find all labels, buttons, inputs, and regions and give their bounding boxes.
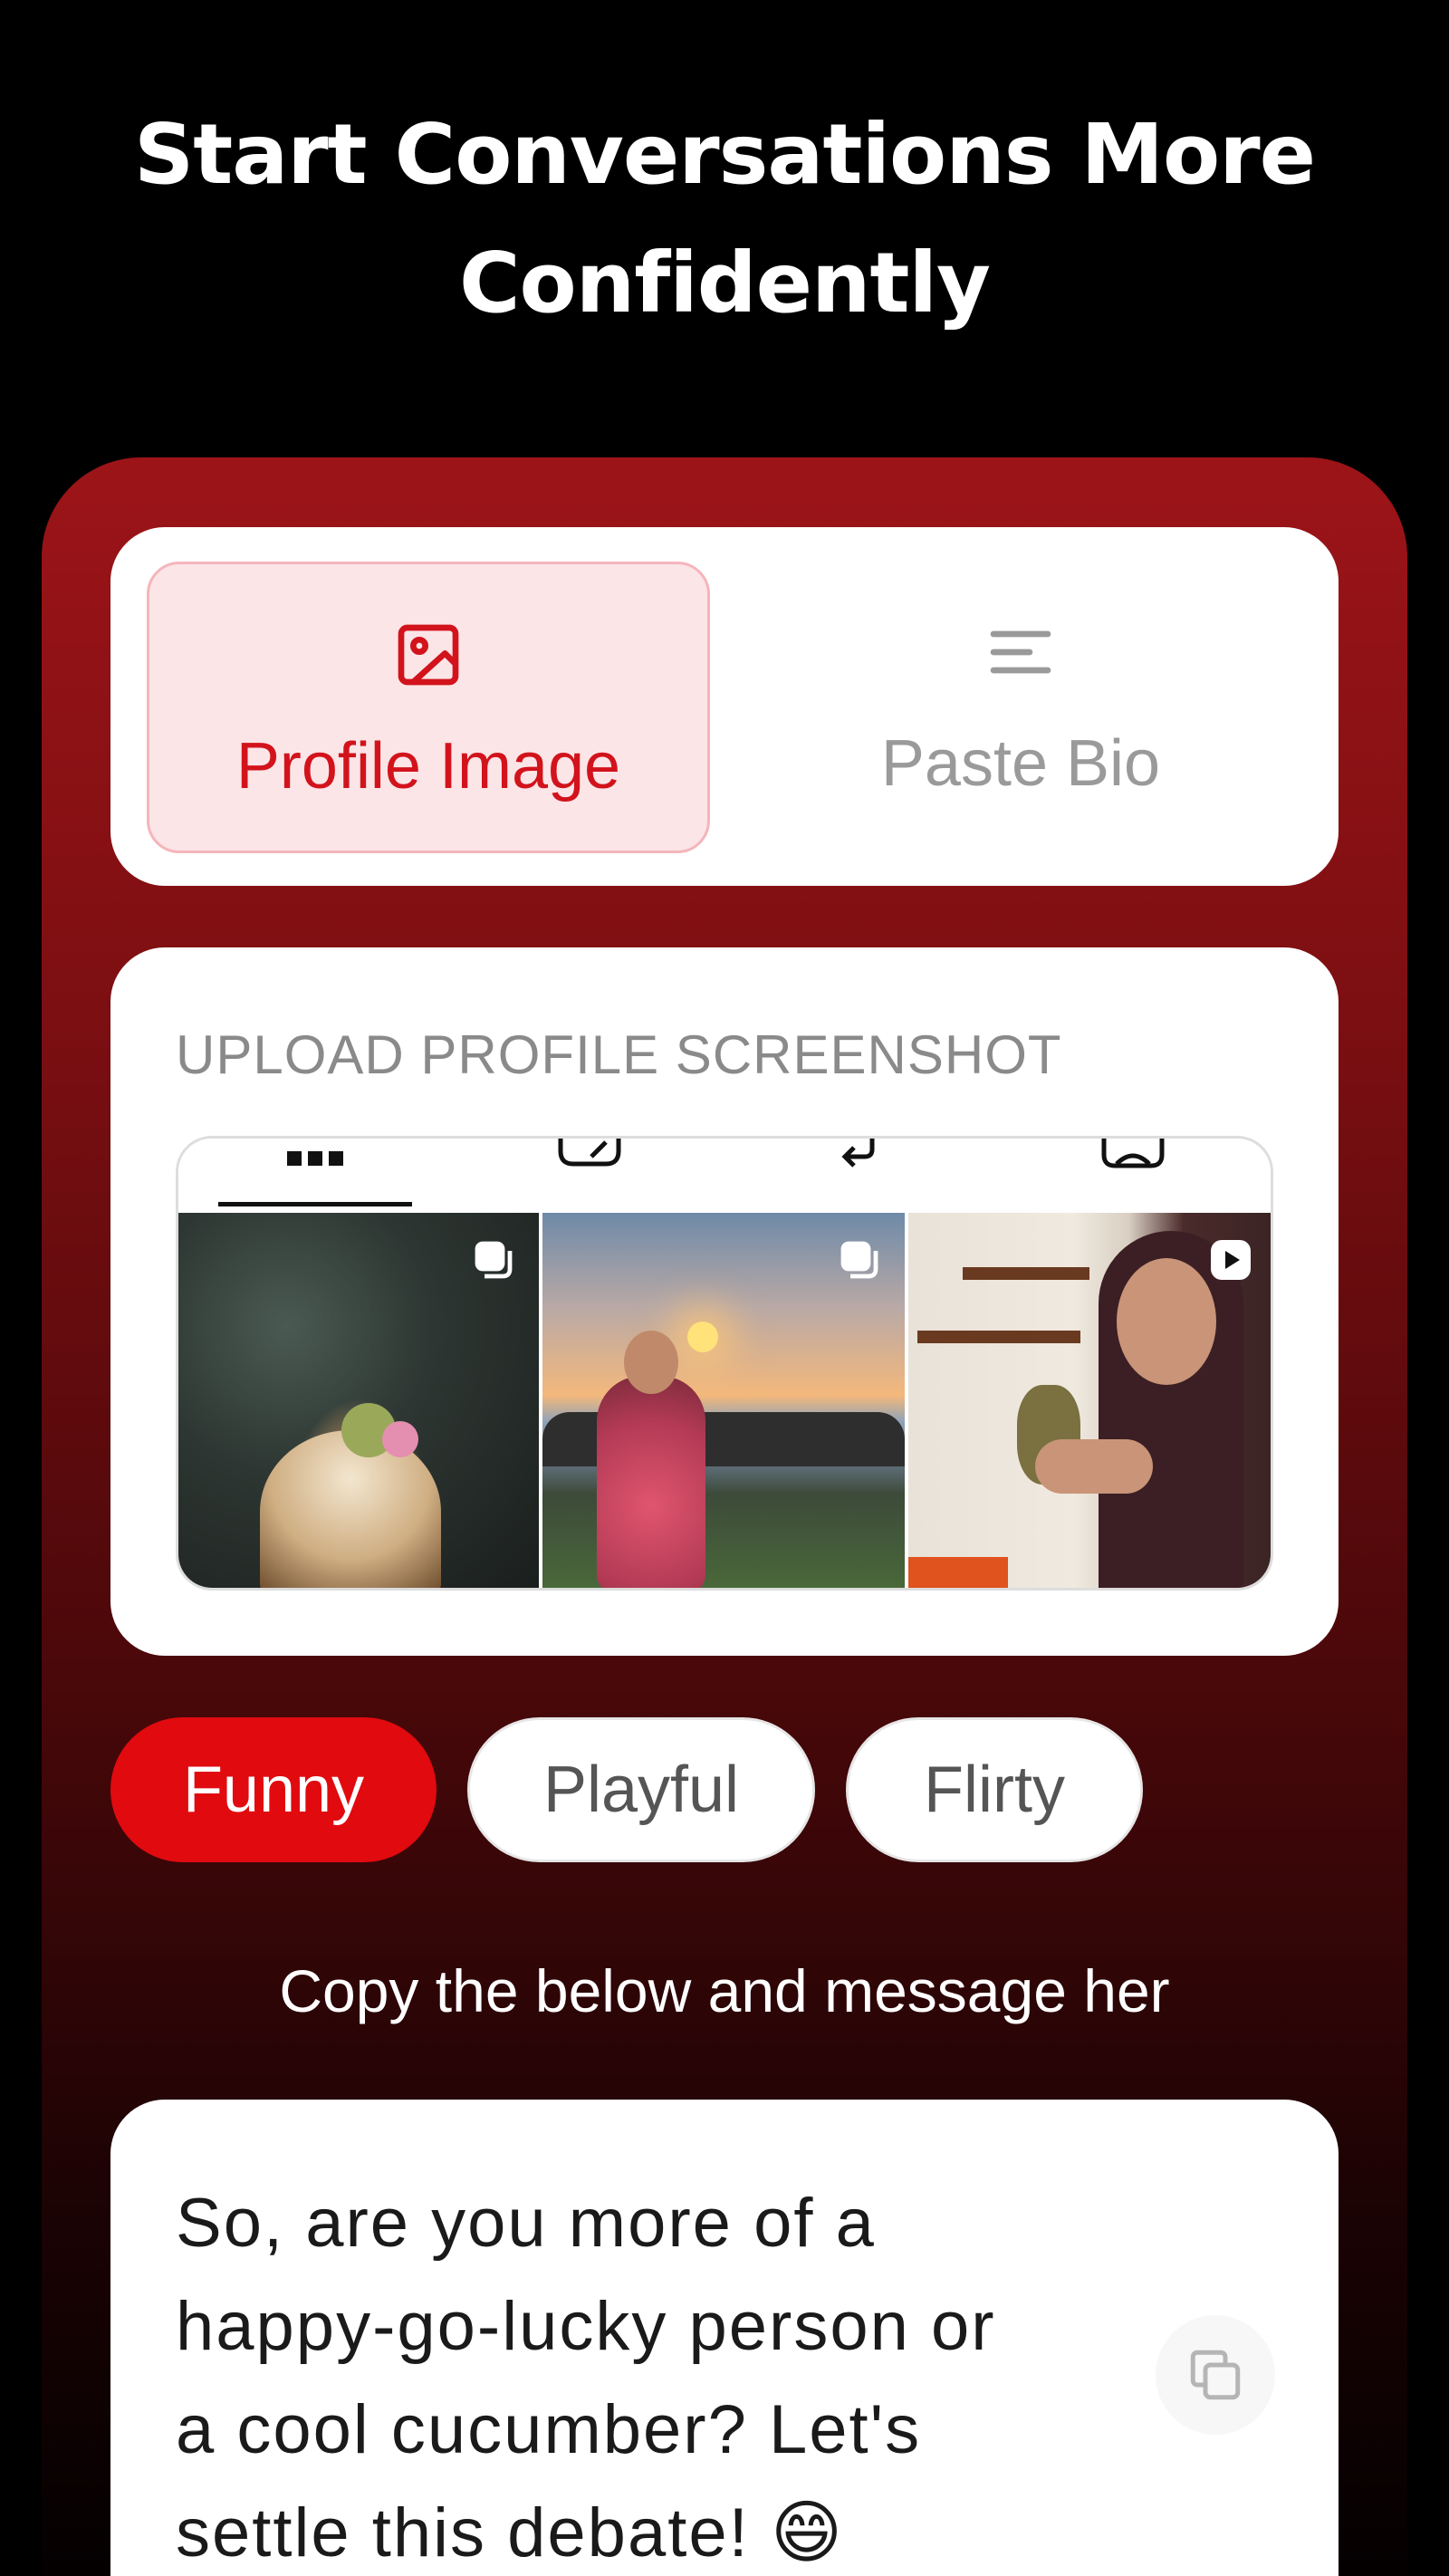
repost-icon (841, 1139, 875, 1168)
message-line-3: a cool cucumber? Let's (176, 2391, 922, 2468)
paste-bio-tab[interactable]: Paste Bio (739, 562, 1302, 853)
grid-icon (287, 1151, 343, 1166)
reel-play-icon (1211, 1240, 1251, 1280)
reels-icon (558, 1139, 621, 1167)
page-title: Start Conversations More Confidently (0, 91, 1449, 348)
tone-chip-funny[interactable]: Funny (110, 1717, 437, 1862)
screenshot-tab-bar (178, 1139, 1271, 1211)
message-line-1: So, are you more of a (176, 2185, 876, 2262)
carousel-icon (840, 1241, 878, 1279)
profile-image-tab[interactable]: Profile Image (147, 562, 710, 853)
copy-instruction: Copy the below and message her (279, 1957, 1170, 2024)
upload-label: UPLOAD PROFILE SCREENSHOT (176, 1024, 1062, 1085)
message-card: So, are you more of a happy-go-lucky per… (110, 2100, 1339, 2576)
copy-button[interactable] (1156, 2315, 1275, 2435)
profile-screenshot[interactable] (176, 1136, 1273, 1591)
carousel-icon (475, 1241, 513, 1279)
paste-bio-label: Paste Bio (880, 727, 1161, 800)
text-lines-icon (990, 630, 1051, 674)
copy-icon (1190, 2350, 1241, 2400)
tone-chip-playful[interactable]: Playful (467, 1717, 815, 1862)
grid-photo-1 (178, 1213, 539, 1588)
title-line-2: Confidently (458, 235, 991, 332)
message-line-2: happy-go-lucky person or (176, 2288, 996, 2365)
tone-chip-flirty[interactable]: Flirty (846, 1717, 1143, 1862)
title-line-1: Start Conversations More (133, 106, 1316, 203)
suggested-message[interactable]: So, are you more of a happy-go-lucky per… (176, 2172, 1154, 2576)
grid-photo-2 (542, 1213, 905, 1588)
active-tab-underline (218, 1202, 412, 1206)
mode-toggle-card: Profile Image Paste Bio (110, 527, 1339, 886)
tagged-icon (1101, 1139, 1165, 1168)
image-icon (398, 624, 459, 686)
grid-photo-3 (908, 1213, 1271, 1588)
profile-image-label: Profile Image (235, 730, 621, 803)
message-line-4: settle this debate! 😄 (176, 2494, 845, 2571)
